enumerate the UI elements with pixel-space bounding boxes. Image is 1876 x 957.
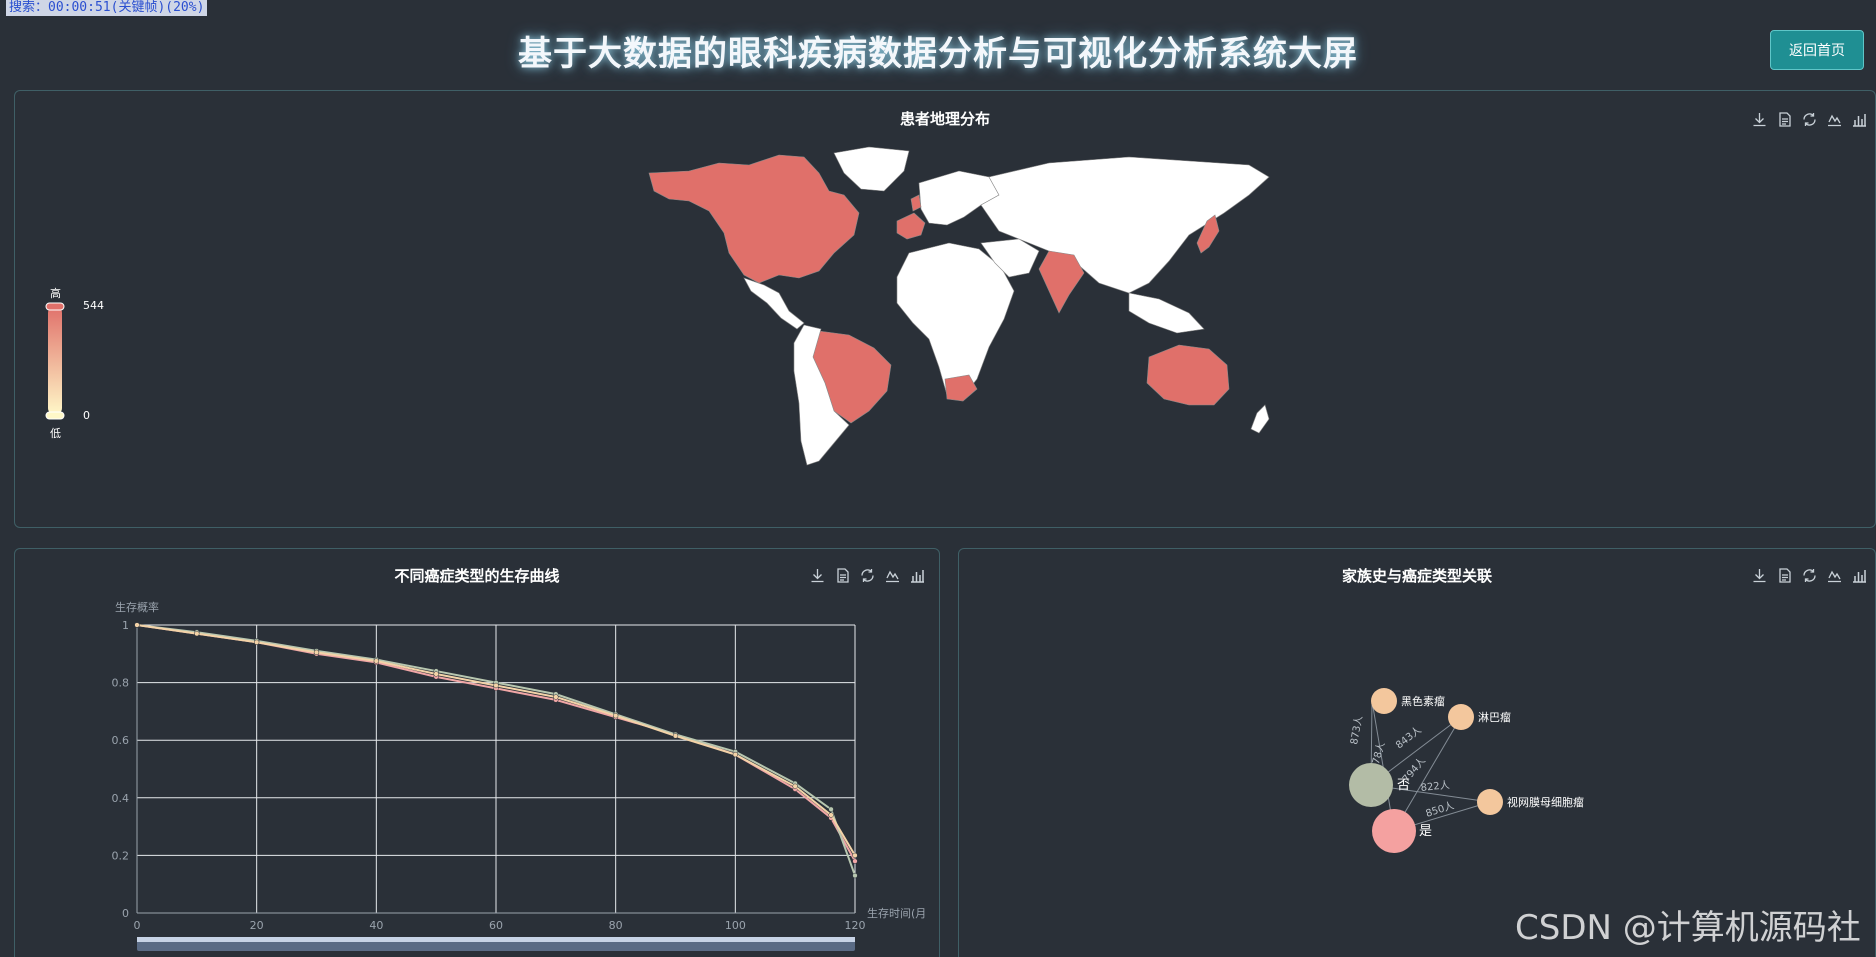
data-view-icon[interactable] — [1776, 111, 1793, 128]
visual-map-min-value: 0 — [83, 409, 90, 422]
series-point[interactable] — [553, 694, 559, 700]
visual-map-high-label: 高 — [50, 287, 61, 300]
x-axis-label: 生存时间(月 — [867, 906, 926, 920]
series-point[interactable] — [313, 649, 320, 656]
region-uk[interactable] — [910, 194, 922, 212]
y-tick-label: 0.8 — [112, 677, 130, 690]
x-tick-label: 0 — [134, 919, 141, 932]
series-point[interactable] — [852, 872, 858, 879]
refresh-icon[interactable] — [1801, 111, 1818, 128]
edge-label: 843人 — [1393, 724, 1423, 751]
line-chart-icon[interactable] — [1826, 111, 1843, 128]
region-australia[interactable] — [1146, 344, 1230, 406]
series-point[interactable] — [672, 733, 679, 739]
x-tick-label: 120 — [845, 919, 866, 932]
visual-map-low-label: 低 — [50, 427, 61, 440]
region-india[interactable] — [1038, 250, 1085, 314]
series-point[interactable] — [732, 751, 738, 758]
region-western-europe[interactable] — [896, 212, 926, 240]
y-tick-label: 0.4 — [112, 792, 130, 805]
visual-map[interactable]: 高 544 0 低 — [29, 287, 104, 440]
x-tick-label: 100 — [725, 919, 746, 932]
y-axis-label: 生存概率 — [115, 600, 159, 614]
graph-node-label: 视网膜母细胞瘤 — [1507, 795, 1584, 809]
visual-map-max-value: 544 — [83, 299, 104, 312]
series-point[interactable] — [373, 658, 379, 664]
region-north-america[interactable] — [648, 154, 860, 284]
series-point[interactable] — [493, 682, 499, 689]
y-tick-label: 1 — [122, 619, 129, 632]
graph-node-label: 是 — [1419, 824, 1432, 839]
data-zoom-track — [137, 937, 855, 942]
graph-node-label: 淋巴瘤 — [1478, 710, 1511, 724]
header: 基于大数据的眼科疾病数据分析与可视化分析系统大屏 返回首页 — [0, 0, 1876, 92]
graph-node-retinoblastoma[interactable] — [1477, 789, 1503, 815]
region-central-america[interactable] — [743, 277, 805, 330]
series-point[interactable] — [134, 622, 140, 628]
x-tick-label: 60 — [489, 919, 503, 932]
region-greenland[interactable] — [833, 146, 910, 192]
map-panel-title: 患者地理分布 — [899, 110, 990, 128]
relation-graph[interactable]: 873人 843人 878人 794人 822人 850人 黑色素瘤 淋巴瘤 否… — [959, 549, 1875, 957]
y-tick-label: 0.6 — [112, 734, 130, 747]
graph-node-label: 黑色素瘤 — [1401, 694, 1445, 708]
visual-map-gradient-bar — [48, 306, 62, 415]
back-home-button[interactable]: 返回首页 — [1770, 30, 1864, 70]
map-toolbox — [1751, 111, 1868, 128]
watermark: CSDN @计算机源码社 — [1515, 908, 1861, 948]
series-point[interactable] — [852, 852, 858, 859]
world-map[interactable] — [629, 143, 1287, 471]
region-africa[interactable] — [896, 242, 1015, 400]
visual-map-low-handle[interactable] — [45, 411, 65, 420]
series-point[interactable] — [194, 630, 200, 637]
edge-label: 873人 — [1348, 715, 1365, 746]
bar-chart-icon[interactable] — [1851, 111, 1868, 128]
region-new-zealand[interactable] — [1250, 404, 1270, 434]
x-tick-label: 80 — [609, 919, 623, 932]
series-point[interactable] — [433, 671, 439, 677]
y-tick-label: 0 — [122, 907, 129, 920]
download-icon[interactable] — [1751, 111, 1768, 128]
series-point[interactable] — [613, 713, 619, 719]
y-tick-label: 0.2 — [112, 849, 130, 862]
series-point[interactable] — [828, 812, 834, 818]
graph-node-no[interactable] — [1349, 763, 1393, 807]
survival-panel: 不同癌症类型的生存曲线 0 20 40 60 80 100 120 0 0.2 0.4 0.6 0.8… — [14, 548, 940, 957]
page-title: 基于大数据的眼科疾病数据分析与可视化分析系统大屏 — [518, 34, 1358, 74]
region-southeast-asia[interactable] — [1128, 292, 1205, 334]
series-point[interactable] — [792, 783, 798, 789]
graph-panel: 家族史与癌症类型关联 873人 843人 878人 794人 822人 850人 — [958, 548, 1876, 957]
series-point[interactable] — [852, 858, 858, 864]
map-panel: 患者地理分布 高 544 0 低 — [14, 90, 1876, 528]
graph-node-lymphoma[interactable] — [1448, 704, 1474, 730]
series-point[interactable] — [254, 639, 260, 645]
region-europe[interactable] — [918, 170, 1000, 226]
graph-node-label: 否 — [1397, 778, 1410, 793]
series-point[interactable] — [828, 806, 834, 812]
edge-label: 822人 — [1420, 779, 1450, 794]
x-tick-label: 40 — [369, 919, 383, 932]
graph-node-melanoma[interactable] — [1371, 688, 1397, 714]
graph-node-yes[interactable] — [1372, 809, 1416, 853]
x-tick-label: 20 — [250, 919, 264, 932]
survival-chart[interactable]: 0 20 40 60 80 100 120 0 0.2 0.4 0.6 0.8 1 生存概率生存时间(月 — [15, 549, 939, 957]
visual-map-high-handle[interactable] — [45, 302, 65, 311]
